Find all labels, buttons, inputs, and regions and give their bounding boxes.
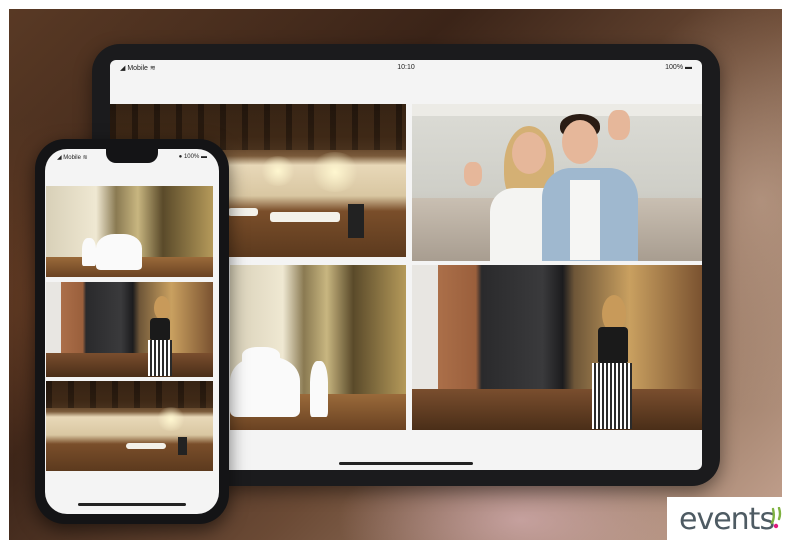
- tablet-status-bar: ◢ Mobile ≋ 10:10 100% ▬: [110, 60, 702, 76]
- tablet-home-indicator[interactable]: [339, 462, 473, 465]
- chair: [310, 361, 328, 417]
- photo-couple-waving[interactable]: [412, 104, 702, 261]
- tablet-time: 10:10: [397, 64, 415, 71]
- phone-status-bar: ◢ Mobile ≋ ● 100% ▬: [45, 149, 219, 165]
- phone-carrier: ◢ Mobile ≋: [57, 155, 88, 161]
- logo-mark-icon: [770, 507, 782, 529]
- phone-device: ◢ Mobile ≋ ● 100% ▬: [35, 139, 229, 524]
- tablet-battery: 100% ▬: [665, 64, 692, 71]
- table: [126, 443, 166, 449]
- floor: [412, 388, 702, 430]
- table: [270, 212, 340, 222]
- phone-screen: ◢ Mobile ≋ ● 100% ▬: [45, 149, 219, 514]
- phone-home-indicator[interactable]: [78, 503, 186, 506]
- round-table: [96, 234, 142, 270]
- ceiling-beams: [46, 381, 213, 408]
- wall-light: [156, 407, 186, 431]
- floor: [46, 353, 213, 377]
- table: [228, 208, 258, 216]
- photo-corridor-tables[interactable]: [230, 265, 406, 430]
- logo-wordmark: events: [679, 502, 775, 537]
- speaker: [348, 204, 364, 238]
- phone-photo-corridor-tables[interactable]: [46, 186, 213, 277]
- phone-photo-woman-at-door[interactable]: [46, 282, 213, 377]
- speaker: [178, 437, 187, 455]
- phone-battery: ● 100% ▬: [178, 154, 207, 160]
- photo-woman-at-door[interactable]: [412, 265, 702, 430]
- events-logo: events: [667, 497, 791, 549]
- round-table: [242, 347, 280, 367]
- wall-light: [260, 156, 296, 186]
- wall-light: [310, 152, 360, 192]
- chair: [82, 238, 96, 266]
- shelf: [412, 104, 702, 116]
- phone-photo-banquet-hall[interactable]: [46, 381, 213, 471]
